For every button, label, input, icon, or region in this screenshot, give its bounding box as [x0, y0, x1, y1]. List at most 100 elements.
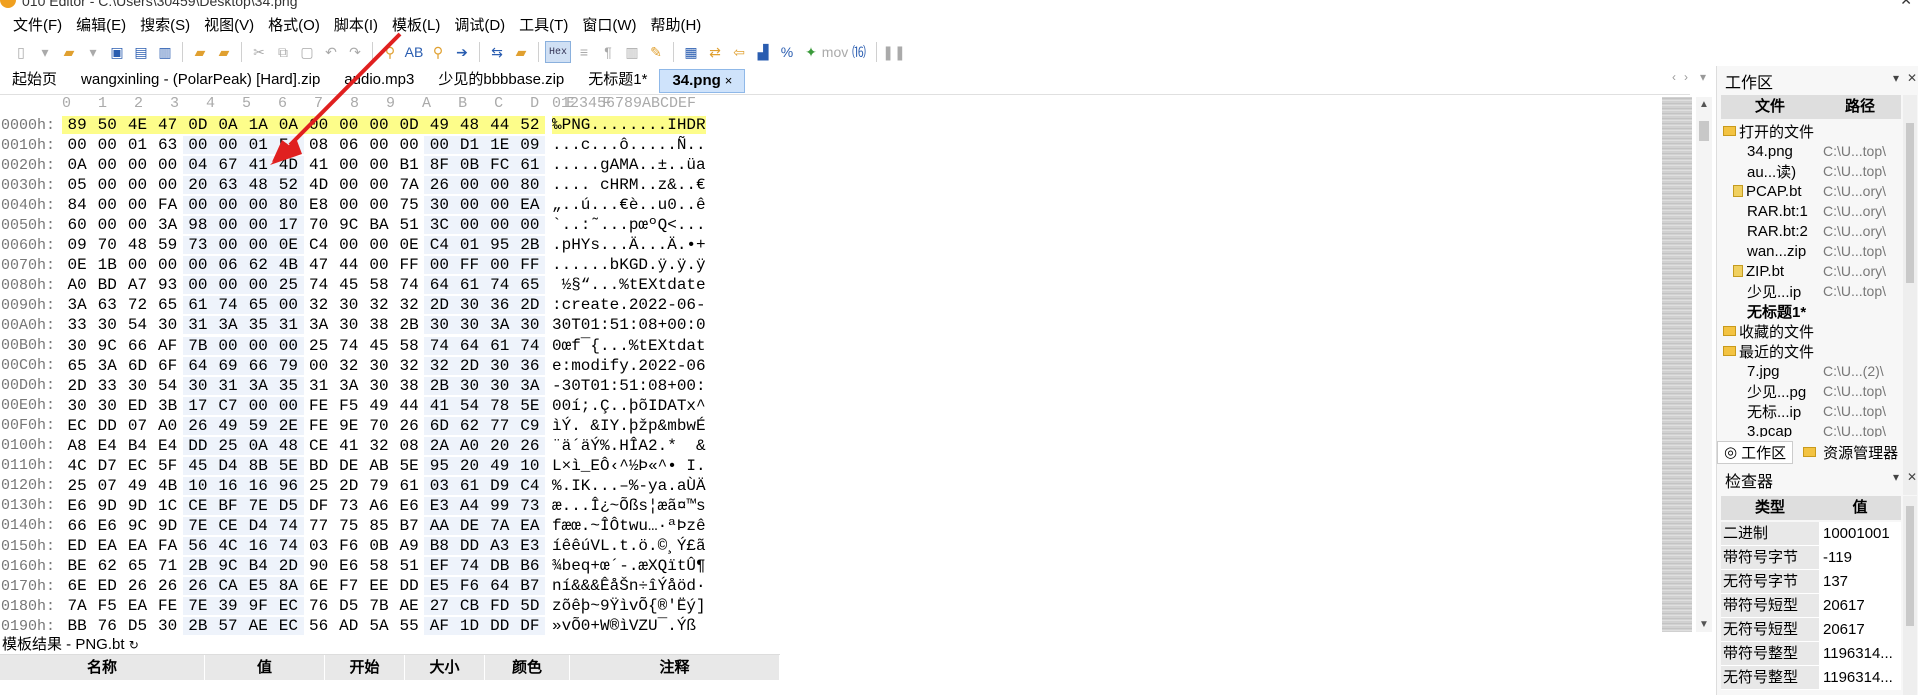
hex-byte[interactable]: 00 — [454, 196, 485, 215]
hex-byte[interactable]: BD — [92, 276, 122, 294]
hex-byte[interactable]: 8F — [424, 156, 455, 175]
replace-icon[interactable]: AB — [403, 41, 425, 63]
hex-byte[interactable]: 30 — [454, 296, 485, 315]
redo-icon[interactable]: ↷ — [344, 41, 366, 63]
hex-byte[interactable]: FA — [153, 196, 183, 214]
hex-byte[interactable]: 4C — [212, 537, 244, 555]
tab-prev-icon[interactable]: ‹ — [1672, 70, 1676, 84]
hex-byte[interactable]: 26 — [122, 577, 152, 595]
menu-format[interactable]: 格式(O) — [261, 14, 327, 35]
ascii-text[interactable]: 0œf¯{...%tEXtdat — [552, 337, 706, 355]
hex-byte[interactable]: 00 — [212, 236, 244, 255]
hex-byte[interactable]: F5 — [334, 397, 364, 415]
hex-byte[interactable]: 73 — [514, 496, 545, 515]
cut-icon[interactable]: ✂ — [248, 41, 270, 63]
checksum-icon[interactable]: ✦ — [800, 41, 822, 63]
hex-byte[interactable]: BF — [212, 496, 244, 515]
hex-byte[interactable]: 0E — [62, 256, 92, 274]
hex-byte[interactable]: CE — [182, 496, 213, 515]
hex-byte[interactable]: 00 — [212, 216, 244, 235]
hex-byte[interactable]: ED — [122, 397, 152, 415]
hex-editor[interactable]: 0 1 2 3 4 5 6 7 8 9 A B C D E F 01234567… — [0, 94, 1690, 636]
hex-byte[interactable]: 48 — [122, 236, 152, 254]
hex-byte[interactable]: 30 — [334, 316, 364, 334]
hex-byte[interactable]: 00 — [243, 336, 274, 355]
hex-byte[interactable]: 3A — [514, 376, 545, 395]
ascii-text[interactable]: zõêþ~9ŸìvÕ{®'Ëý] — [552, 597, 706, 615]
hex-byte[interactable]: 6E — [62, 577, 92, 595]
col-path[interactable]: 路径 — [1819, 95, 1901, 119]
hex-byte[interactable]: 95 — [424, 456, 455, 475]
hex-byte[interactable]: 00 — [273, 336, 304, 355]
hex-byte[interactable]: 30 — [424, 196, 455, 215]
hex-byte[interactable]: 32 — [304, 296, 334, 314]
hex-byte[interactable]: 08 — [304, 136, 334, 154]
hex-byte[interactable]: BA — [364, 216, 394, 234]
hex-byte[interactable]: FE — [304, 397, 334, 415]
base-convert-icon[interactable]: ⒃ — [848, 41, 870, 63]
hex-byte[interactable]: 00 — [122, 256, 152, 274]
inspector-value[interactable]: 137 — [1819, 570, 1901, 593]
new-file-icon[interactable]: ▯ — [10, 41, 32, 63]
hex-byte[interactable]: 00 — [273, 396, 304, 415]
hex-byte[interactable]: 7E — [182, 516, 213, 535]
hex-byte[interactable]: 41 — [334, 437, 364, 455]
hex-byte[interactable]: 58 — [364, 557, 394, 575]
hex-row[interactable]: 0110h: 4C D7 EC 5F 45 D4 8B 5E BD DE AB 5E 95 20 49 10 L×… — [0, 456, 708, 476]
hex-byte[interactable]: 60 — [62, 216, 92, 234]
hex-byte[interactable]: 00 — [334, 156, 364, 174]
hex-byte[interactable]: 00 — [333, 116, 364, 135]
hex-byte[interactable]: A0 — [454, 436, 485, 455]
hex-byte[interactable]: 32 — [334, 357, 364, 375]
hex-byte[interactable]: 64 — [424, 276, 455, 295]
hex-byte[interactable]: 00 — [514, 216, 545, 235]
hex-byte[interactable]: 38 — [394, 377, 424, 395]
dropdown-icon[interactable]: ▾ — [82, 41, 104, 63]
hex-byte[interactable]: 50 — [92, 116, 123, 135]
hex-byte[interactable]: 74 — [304, 276, 334, 294]
hex-byte[interactable]: EA — [514, 516, 545, 535]
hex-byte[interactable]: 78 — [484, 396, 515, 415]
hex-byte[interactable]: 95 — [484, 236, 515, 255]
hex-byte[interactable]: 27 — [424, 597, 455, 616]
hex-row[interactable]: 0050h: 60 00 00 3A 98 00 00 17 70 9C BA 51 3C 00 00 00 `.… — [0, 215, 708, 235]
hex-row[interactable]: 0170h: 6E ED 26 26 26 CA E5 8A 6E F7 EE DD E5 F6 64 B7 ní… — [0, 576, 708, 596]
hex-byte[interactable]: 00 — [122, 196, 152, 214]
hex-byte[interactable]: DE — [334, 457, 364, 475]
hex-byte[interactable]: 45 — [182, 456, 213, 475]
hex-byte[interactable]: 74 — [273, 516, 304, 535]
hex-byte[interactable]: 00 — [484, 256, 515, 275]
tab-workspace[interactable]: ◎ 工作区 — [1717, 440, 1794, 464]
menu-help[interactable]: 帮助(H) — [643, 14, 708, 35]
hex-byte[interactable]: 61 — [454, 476, 485, 495]
hex-byte[interactable]: 00 — [364, 156, 394, 174]
hex-byte[interactable]: FE — [304, 417, 334, 435]
hex-byte[interactable]: C4 — [304, 236, 334, 254]
hex-byte[interactable]: E6 — [92, 517, 122, 535]
col-value[interactable]: 值 — [205, 655, 325, 680]
inspector-scrollbar[interactable] — [1903, 496, 1917, 695]
hex-byte[interactable]: A8 — [62, 437, 92, 455]
hex-byte[interactable]: 00 — [212, 136, 244, 155]
menu-view[interactable]: 视图(V) — [197, 14, 261, 35]
ascii-text[interactable]: ...c...ô.....Ñ.. — [552, 136, 706, 154]
hex-byte[interactable]: 25 — [304, 477, 334, 495]
hex-byte[interactable]: D5 — [334, 597, 364, 615]
hex-byte[interactable]: A9 — [394, 537, 424, 555]
menu-script[interactable]: 脚本(I) — [327, 14, 385, 35]
hex-byte[interactable]: 08 — [394, 437, 424, 455]
hex-byte[interactable]: 4D — [304, 176, 334, 194]
panel-menu-icon[interactable]: ▾ — [1893, 470, 1899, 484]
hex-byte[interactable]: 4B — [153, 477, 183, 495]
hex-byte[interactable]: 2B — [182, 557, 213, 576]
hex-byte[interactable]: 20 — [484, 436, 515, 455]
hex-byte[interactable]: 80 — [273, 196, 304, 215]
hex-byte[interactable]: 5E — [394, 457, 424, 475]
hex-byte[interactable]: B8 — [424, 537, 455, 555]
hex-byte[interactable]: 2D — [273, 557, 304, 576]
hex-byte[interactable]: 74 — [424, 336, 455, 355]
hex-byte[interactable]: 30 — [364, 377, 394, 395]
hex-byte[interactable]: 30 — [484, 356, 515, 375]
hex-byte[interactable]: 2D — [514, 296, 545, 315]
hex-byte[interactable]: 26 — [182, 577, 213, 596]
